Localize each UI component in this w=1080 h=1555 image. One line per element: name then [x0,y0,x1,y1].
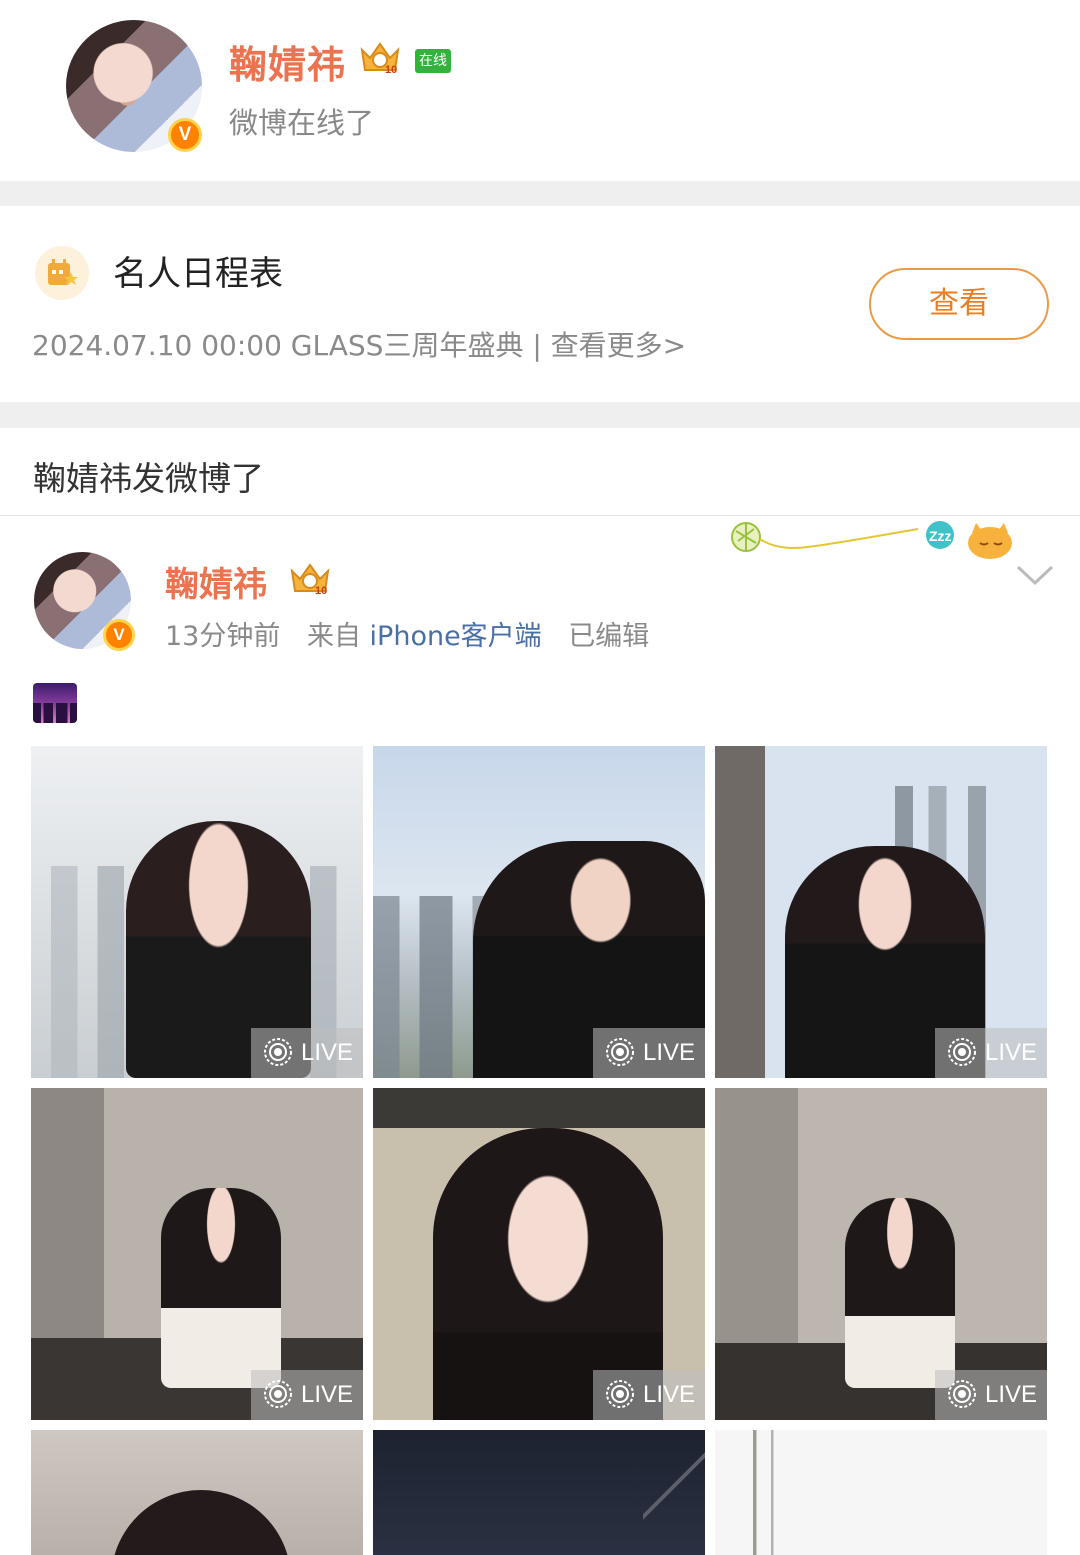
live-label: LIVE [985,1381,1038,1408]
crown-vip-icon[interactable]: 10 [359,40,401,76]
photo-4[interactable]: LIVE [31,1088,363,1420]
post-meta: 13分钟前 来自 iPhone客户端 已编辑 [165,614,649,653]
profile-status: 微博在线了 [229,106,375,140]
live-photo-badge: LIVE [593,1028,705,1078]
post-author-name[interactable]: 鞠婧祎 [165,557,267,606]
avatar[interactable]: V [66,20,202,152]
photo-2[interactable]: LIVE [373,746,705,1078]
verified-badge-icon: V [103,619,135,651]
online-status-badge: 在线 [415,49,451,73]
svg-text:10: 10 [315,585,327,597]
view-schedule-button[interactable]: 查看 [869,268,1049,340]
live-photo-icon [606,1379,634,1408]
crown-vip-icon[interactable]: 10 [289,561,331,597]
live-label: LIVE [301,1039,354,1066]
live-label: LIVE [301,1381,354,1408]
schedule-title: 名人日程表 [113,254,283,294]
calendar-star-icon [35,246,89,300]
weibo-post: Zzz V 鞠婧祎 10 13分钟前 来自 iPhone客户端 已编辑 LIVE [0,517,1080,1555]
post-edited-label[interactable]: 已编辑 [568,621,649,652]
live-photo-icon [264,1037,292,1066]
live-photo-badge: LIVE [935,1370,1047,1420]
verified-badge-icon: V [168,118,202,152]
live-photo-icon [264,1379,292,1408]
live-label: LIVE [643,1381,696,1408]
post-notice-text: 鞠婧祎发微博了 [33,459,264,498]
night-city-emoji-icon [33,683,77,723]
post-source-prefix: 来自 [306,621,361,652]
section-divider [0,181,1080,206]
post-notice-bar: 鞠婧祎发微博了 [0,428,1080,516]
profile-header: V 鞠婧祎 10 在线 微博在线了 [0,0,1080,181]
chevron-down-icon[interactable] [1016,563,1054,587]
svg-text:10: 10 [385,64,397,76]
live-label: LIVE [985,1039,1038,1066]
section-divider [0,402,1080,428]
photo-1[interactable]: LIVE [31,746,363,1078]
photo-3[interactable]: LIVE [715,746,1047,1078]
sleeping-cat-decoration-icon: Zzz [731,521,1012,559]
live-photo-badge: LIVE [251,1028,363,1078]
live-label: LIVE [643,1039,696,1066]
live-photo-badge: LIVE [593,1370,705,1420]
photo-9[interactable] [715,1430,1047,1555]
photo-7[interactable] [31,1430,363,1555]
photo-6[interactable]: LIVE [715,1088,1047,1420]
author-avatar[interactable]: V [34,552,135,651]
live-photo-badge: LIVE [251,1370,363,1420]
live-photo-icon [606,1037,634,1066]
post-client-link[interactable]: iPhone客户端 [370,621,542,652]
svg-text:Zzz: Zzz [929,528,952,544]
photo-5[interactable]: LIVE [373,1088,705,1420]
profile-name[interactable]: 鞠婧祎 [229,34,346,89]
live-photo-icon [948,1379,976,1408]
photo-8[interactable] [373,1430,705,1555]
post-time: 13分钟前 [165,621,281,652]
live-photo-badge: LIVE [935,1028,1047,1078]
photo-grid: LIVE LIVE LIVE LIVE LIVE LIVE [31,746,1048,1555]
schedule-detail-link[interactable]: 2024.07.10 00:00 GLASS三周年盛典 | 查看更多> [32,324,686,364]
live-photo-icon [948,1037,976,1066]
